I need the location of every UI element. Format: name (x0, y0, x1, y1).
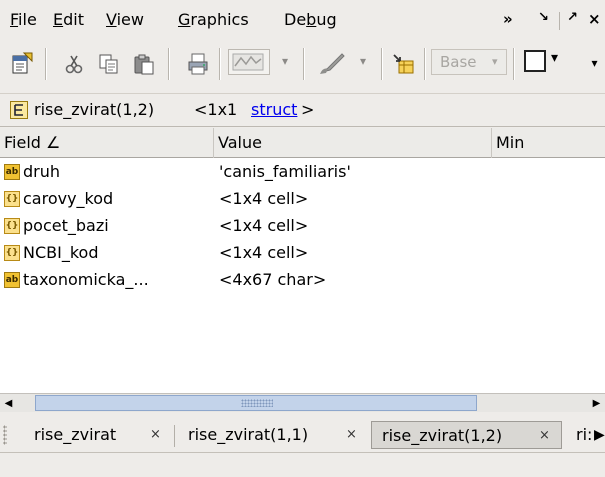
toolbar-separator (219, 48, 221, 80)
toolbar-separator (381, 48, 383, 80)
scroll-left-icon[interactable]: ◀ (0, 394, 17, 412)
cut-icon[interactable] (60, 50, 88, 78)
overflow-menu-icon[interactable]: » (503, 10, 513, 28)
column-header-value[interactable]: Value (214, 128, 492, 158)
toolbar-separator (168, 48, 170, 80)
tab-rise-zvirat-1-2[interactable]: rise_zvirat(1,2) × (371, 421, 562, 449)
tab-partial[interactable]: ri: ▶ (566, 421, 605, 449)
menu-view[interactable]: View (106, 10, 144, 29)
field-table: Field ∠ Value Min ab druh 'canis_familia… (0, 128, 605, 393)
table-row[interactable]: ab taxonomicka_... <4x67 char> (0, 266, 605, 293)
menu-bar: File Edit View Graphics Debug » ↘ ↗ × (0, 0, 605, 40)
cell-field-icon: {} (4, 218, 20, 234)
checkbox-icon[interactable] (524, 50, 546, 72)
field-value: <1x4 cell> (219, 243, 309, 262)
field-value: <4x67 char> (219, 270, 327, 289)
field-name: carovy_kod (23, 189, 114, 208)
field-value: <1x4 cell> (219, 216, 309, 235)
tab-grip-icon[interactable] (3, 425, 7, 445)
table-header: Field ∠ Value Min (0, 128, 605, 158)
char-field-icon: ab (4, 272, 20, 288)
type-bracket: > (301, 100, 315, 119)
field-name: NCBI_kod (23, 243, 99, 262)
struct-icon (10, 101, 28, 119)
field-value: 'canis_familiaris' (219, 162, 351, 181)
plot-icon[interactable] (228, 49, 270, 75)
plot-dropdown-icon[interactable]: ▾ (282, 54, 288, 68)
tab-separator (174, 425, 175, 447)
table-row[interactable]: {} NCBI_kod <1x4 cell> (0, 239, 605, 266)
menu-edit[interactable]: Edit (53, 10, 84, 29)
tab-rise-zvirat-1-1[interactable]: rise_zvirat(1,1) × (176, 421, 366, 449)
close-window-icon[interactable]: × (588, 10, 601, 28)
close-tab-icon[interactable]: × (539, 422, 550, 450)
separator (559, 12, 560, 30)
close-tab-icon[interactable]: × (346, 421, 357, 449)
checkbox-dropdown-icon[interactable]: ▾ (551, 50, 561, 72)
type-link[interactable]: struct (251, 100, 297, 119)
status-bar (0, 453, 605, 477)
close-tab-icon[interactable]: × (150, 421, 161, 449)
toolbar: ▾ ▾ Base ▾ ▾ ▾ (0, 40, 605, 88)
cell-field-icon: {} (4, 245, 20, 261)
menu-graphics[interactable]: Graphics (178, 10, 249, 29)
base-dropdown[interactable]: Base ▾ (431, 49, 507, 75)
toolbar-overflow-icon[interactable]: ▾ (584, 48, 605, 78)
brush-dropdown-icon[interactable]: ▾ (360, 54, 366, 68)
menu-file[interactable]: File (10, 10, 37, 29)
paste-icon[interactable] (130, 50, 158, 78)
variable-name: rise_zvirat(1,2) (34, 100, 155, 119)
toolbar-separator (513, 48, 515, 80)
menu-debug[interactable]: Debug (284, 10, 337, 29)
char-field-icon: ab (4, 164, 20, 180)
new-variable-icon[interactable] (8, 50, 36, 78)
undock-icon[interactable]: ↘ (538, 10, 549, 25)
field-value: <1x4 cell> (219, 189, 309, 208)
print-icon[interactable] (184, 50, 212, 78)
toolbar-separator (303, 48, 305, 80)
column-header-min[interactable]: Min (492, 128, 605, 158)
toolbar-separator (45, 48, 47, 80)
dock-icon[interactable]: ↗ (567, 10, 578, 25)
cell-field-icon: {} (4, 191, 20, 207)
field-name: pocet_bazi (23, 216, 109, 235)
variable-size: <1x1 (194, 100, 238, 119)
field-name: taxonomicka_... (23, 270, 149, 289)
horizontal-scrollbar[interactable]: ◀ ▶ (0, 393, 605, 412)
variable-tab-bar: rise_zvirat × rise_zvirat(1,1) × rise_zv… (0, 413, 605, 453)
tab-scroll-right-icon[interactable]: ▶ (594, 421, 605, 449)
table-row[interactable]: {} carovy_kod <1x4 cell> (0, 185, 605, 212)
scroll-grip (241, 399, 273, 407)
insert-field-icon[interactable] (390, 50, 418, 78)
field-name: druh (23, 162, 61, 181)
copy-icon[interactable] (95, 50, 123, 78)
scroll-right-icon[interactable]: ▶ (588, 394, 605, 412)
table-row[interactable]: ab druh 'canis_familiaris' (0, 158, 605, 185)
brush-icon[interactable] (316, 50, 350, 78)
toolbar-separator (424, 48, 426, 80)
variable-path-bar: rise_zvirat(1,2) <1x1 struct > (0, 93, 605, 127)
tab-rise-zvirat[interactable]: rise_zvirat × (18, 421, 174, 449)
column-header-field[interactable]: Field ∠ (0, 128, 214, 158)
scroll-thumb[interactable] (35, 395, 477, 411)
table-row[interactable]: {} pocet_bazi <1x4 cell> (0, 212, 605, 239)
